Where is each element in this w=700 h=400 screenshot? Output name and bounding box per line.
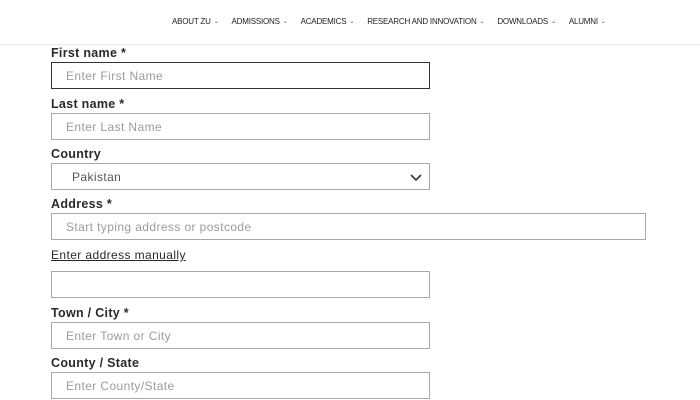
chevron-down-icon: ⌄ — [349, 19, 355, 25]
nav-item-downloads[interactable]: DOWNLOADS ⌄ — [497, 17, 556, 26]
nav-item-label: ABOUT ZU — [172, 17, 211, 26]
nav-item-about-zu[interactable]: ABOUT ZU ⌄ — [172, 17, 219, 26]
nav-item-admissions[interactable]: ADMISSIONS ⌄ — [232, 17, 288, 26]
address-label: Address * — [51, 197, 113, 211]
nav-item-academics[interactable]: ACADEMICS ⌄ — [301, 17, 355, 26]
county-state-label: County / State — [51, 356, 140, 370]
top-navigation: ABOUT ZU ⌄ ADMISSIONS ⌄ ACADEMICS ⌄ RESEARC… — [0, 0, 700, 45]
address-search-input[interactable] — [51, 213, 646, 240]
first-name-label: First name * — [51, 46, 127, 60]
town-city-label: Town / City * — [51, 306, 129, 320]
nav-item-label: ADMISSIONS — [231, 17, 280, 26]
country-select[interactable]: Pakistan — [51, 163, 430, 190]
nav-item-label: DOWNLOADS — [497, 17, 549, 26]
first-name-input[interactable] — [51, 62, 430, 89]
country-label: Country — [51, 147, 102, 161]
town-city-input[interactable] — [51, 322, 430, 349]
main-menu: ABOUT ZU ⌄ ADMISSIONS ⌄ ACADEMICS ⌄ RESEARC… — [172, 17, 606, 26]
address-line-input[interactable] — [51, 271, 430, 298]
last-name-label: Last name * — [51, 97, 125, 111]
country-selected-value: Pakistan — [72, 170, 122, 184]
nav-item-label: ACADEMICS — [300, 17, 347, 26]
chevron-down-icon: ⌄ — [213, 19, 219, 25]
chevron-down-icon: ⌄ — [479, 19, 485, 25]
nav-item-label: RESEARCH AND INNOVATION — [367, 17, 477, 26]
chevron-down-icon — [410, 174, 422, 182]
nav-item-research[interactable]: RESEARCH AND INNOVATION ⌄ — [367, 17, 484, 26]
last-name-input[interactable] — [51, 113, 430, 140]
chevron-down-icon: ⌄ — [600, 19, 606, 25]
chevron-down-icon: ⌄ — [282, 19, 288, 25]
nav-item-label: ALUMNI — [568, 17, 598, 26]
county-state-input[interactable] — [51, 372, 430, 399]
chevron-down-icon: ⌄ — [551, 19, 556, 25]
enter-address-manually-link[interactable]: Enter address manually — [51, 248, 186, 262]
nav-item-alumni[interactable]: ALUMNI ⌄ — [569, 17, 606, 26]
